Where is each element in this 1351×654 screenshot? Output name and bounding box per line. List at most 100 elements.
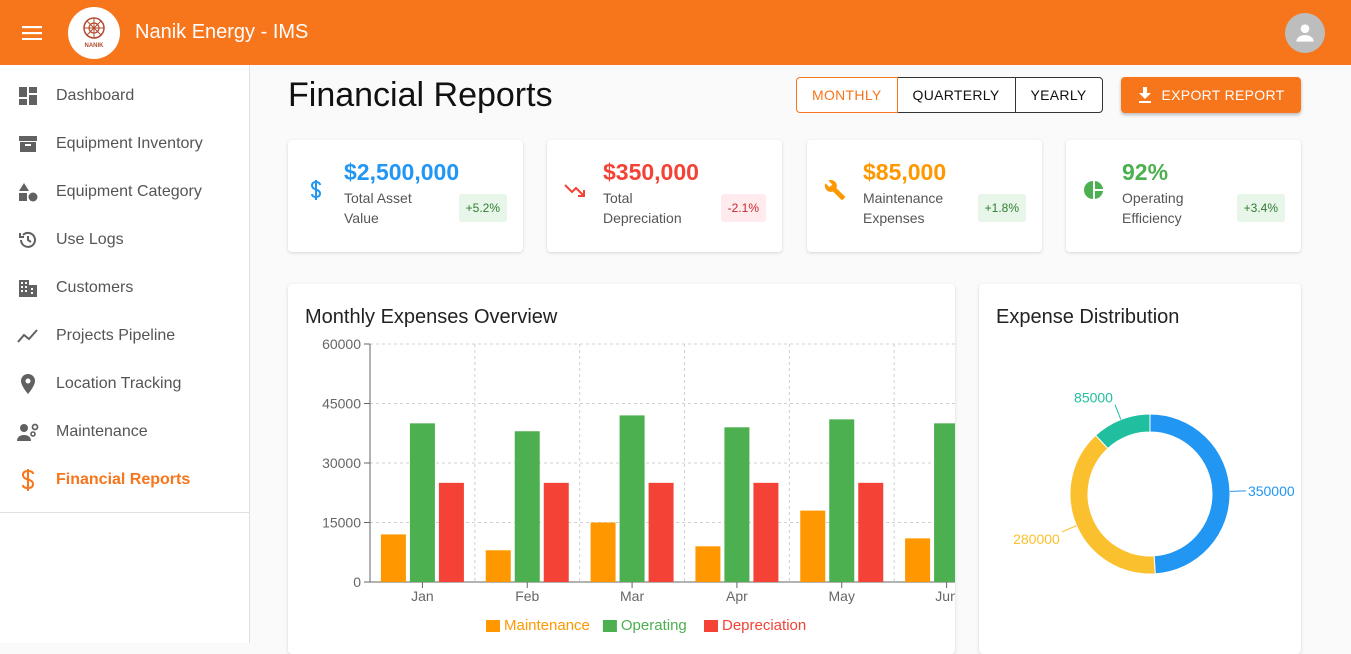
bar-maintenance-apr[interactable] bbox=[695, 546, 721, 582]
x-tick-label: May bbox=[829, 588, 855, 604]
category-icon bbox=[16, 180, 40, 204]
legend-label-maintenance[interactable]: Maintenance bbox=[504, 617, 590, 634]
sidebar-item-label: Equipment Category bbox=[56, 183, 202, 200]
user-avatar[interactable] bbox=[1285, 13, 1325, 53]
app-bar: NANIK Nanik Energy - IMS bbox=[0, 0, 1351, 65]
stat-label: Total Asset Value bbox=[344, 190, 412, 226]
person-icon bbox=[1296, 24, 1314, 42]
bar-depreciation-apr[interactable] bbox=[753, 482, 779, 582]
sidebar-item-label: Use Logs bbox=[56, 231, 124, 248]
donut-label-line bbox=[1114, 404, 1122, 420]
stat-change-badge: +5.2% bbox=[458, 194, 507, 222]
bar-operating-jan[interactable] bbox=[409, 423, 435, 582]
stat-card-asset-value: $2,500,000 Total Asset Value +5.2% bbox=[288, 140, 523, 252]
sidebar-item-location-tracking[interactable]: Location Tracking bbox=[0, 360, 249, 408]
sidebar-item-label: Financial Reports bbox=[56, 471, 191, 488]
bar-operating-feb[interactable] bbox=[514, 431, 540, 582]
sidebar-item-financial-reports[interactable]: Financial Reports bbox=[0, 456, 249, 504]
company-logo: NANIK bbox=[68, 6, 120, 59]
monthly-expenses-chart: 0 15000 30000 45000 60000 Jan Feb Mar Apr May Jun M… bbox=[322, 336, 955, 634]
stat-value: $2,500,000 bbox=[344, 159, 460, 185]
menu-button[interactable] bbox=[0, 0, 64, 65]
sidebar-item-customers[interactable]: Customers bbox=[0, 264, 249, 312]
sidebar-item-use-logs[interactable]: Use Logs bbox=[0, 216, 249, 264]
sidebar-item-maintenance[interactable]: Maintenance bbox=[0, 408, 249, 456]
sidebar-item-projects-pipeline[interactable]: Projects Pipeline bbox=[0, 312, 249, 360]
donut-slice-2[interactable] bbox=[1094, 413, 1151, 450]
stat-value: 92% bbox=[1122, 159, 1169, 185]
legend-swatch-depreciation bbox=[704, 620, 718, 632]
legend-label-depreciation[interactable]: Depreciation bbox=[722, 617, 806, 634]
x-tick-label: Mar bbox=[620, 588, 644, 604]
dashboard-icon bbox=[16, 84, 40, 108]
bar-maintenance-feb[interactable] bbox=[485, 550, 511, 582]
export-report-button[interactable]: EXPORT REPORT bbox=[1121, 77, 1301, 113]
dollar-icon bbox=[304, 178, 328, 202]
stat-value: $350,000 bbox=[603, 159, 699, 185]
timeline-icon bbox=[16, 324, 40, 348]
export-report-label: EXPORT REPORT bbox=[1161, 87, 1285, 103]
bar-depreciation-jan[interactable] bbox=[438, 482, 464, 582]
donut-slice-0[interactable] bbox=[1149, 413, 1231, 575]
expense-distribution-panel: Expense Distribution 350000 280000 85000 bbox=[979, 284, 1301, 654]
donut-slice-1[interactable] bbox=[1069, 434, 1156, 575]
sidebar-item-label: Maintenance bbox=[56, 423, 148, 440]
app-title: Nanik Energy - IMS bbox=[135, 21, 309, 43]
sidebar-item-dashboard[interactable]: Dashboard bbox=[0, 72, 249, 120]
sidebar-item-label: Projects Pipeline bbox=[56, 327, 176, 344]
period-monthly-button[interactable]: MONTHLY bbox=[796, 77, 898, 113]
stat-change-badge: +1.8% bbox=[977, 194, 1026, 222]
stat-change-badge: +3.4% bbox=[1236, 194, 1285, 222]
bar-depreciation-may[interactable] bbox=[858, 482, 884, 582]
expense-distribution-chart: 350000 280000 85000 bbox=[1013, 390, 1295, 575]
stat-card-efficiency: 92% Operating Efficiency +3.4% bbox=[1066, 140, 1301, 252]
donut-value-label: 280000 bbox=[1013, 531, 1060, 547]
period-yearly-button[interactable]: YEARLY bbox=[1014, 77, 1103, 113]
donut-value-label: 85000 bbox=[1074, 390, 1113, 406]
stat-change-badge: -2.1% bbox=[720, 194, 766, 222]
inventory-icon bbox=[16, 132, 40, 156]
x-tick-label: Jan bbox=[411, 588, 434, 604]
bar-depreciation-mar[interactable] bbox=[648, 482, 674, 582]
stat-label: Total Depreciation bbox=[603, 190, 682, 226]
sidebar-item-equipment-inventory[interactable]: Equipment Inventory bbox=[0, 120, 249, 168]
stat-label: Maintenance Expenses bbox=[863, 190, 944, 226]
bar-maintenance-jun[interactable] bbox=[905, 538, 931, 582]
sidebar-item-equipment-category[interactable]: Equipment Category bbox=[0, 168, 249, 216]
legend-label-operating[interactable]: Operating bbox=[621, 617, 687, 634]
monthly-expenses-panel: Monthly Expenses Overview 0 15000 30000 450… bbox=[288, 284, 955, 654]
bar-operating-mar[interactable] bbox=[619, 415, 645, 582]
y-tick-label: 0 bbox=[353, 574, 361, 590]
sidebar-nav: Dashboard Equipment Inventory Equipment … bbox=[0, 65, 249, 513]
stat-card-depreciation: $350,000 Total Depreciation -2.1% bbox=[547, 140, 782, 252]
bar-maintenance-may[interactable] bbox=[800, 510, 826, 582]
donut-label-line bbox=[1061, 525, 1077, 533]
hamburger-menu-icon bbox=[22, 25, 42, 40]
stat-label: Operating Efficiency bbox=[1122, 190, 1184, 226]
donut-value-label: 350000 bbox=[1248, 483, 1295, 499]
trending-down-icon bbox=[563, 178, 587, 202]
sidebar: Dashboard Equipment Inventory Equipment … bbox=[0, 65, 250, 643]
y-tick-label: 30000 bbox=[322, 455, 361, 471]
legend-swatch-operating bbox=[602, 620, 617, 632]
bar-depreciation-feb[interactable] bbox=[543, 482, 569, 582]
bar-maintenance-jan[interactable] bbox=[380, 534, 406, 582]
sidebar-item-label: Location Tracking bbox=[56, 375, 182, 392]
sidebar-item-label: Dashboard bbox=[56, 87, 135, 104]
bar-operating-jun[interactable] bbox=[934, 423, 955, 582]
business-icon bbox=[16, 276, 40, 300]
bar-operating-apr[interactable] bbox=[724, 427, 750, 582]
bar-maintenance-mar[interactable] bbox=[590, 522, 616, 583]
bar-operating-may[interactable] bbox=[829, 419, 855, 582]
x-tick-label: Apr bbox=[726, 588, 748, 604]
page-title: Financial Reports bbox=[288, 76, 553, 114]
engineering-icon bbox=[16, 420, 40, 444]
history-icon bbox=[16, 228, 40, 252]
y-tick-label: 60000 bbox=[322, 336, 361, 352]
x-tick-label: Jun bbox=[935, 588, 955, 604]
period-quarterly-button[interactable]: QUARTERLY bbox=[896, 77, 1016, 113]
x-tick-label: Feb bbox=[515, 588, 539, 604]
y-tick-label: 15000 bbox=[322, 515, 361, 531]
stat-card-maintenance: $85,000 Maintenance Expenses +1.8% bbox=[807, 140, 1042, 252]
location-pin-icon bbox=[16, 372, 40, 396]
